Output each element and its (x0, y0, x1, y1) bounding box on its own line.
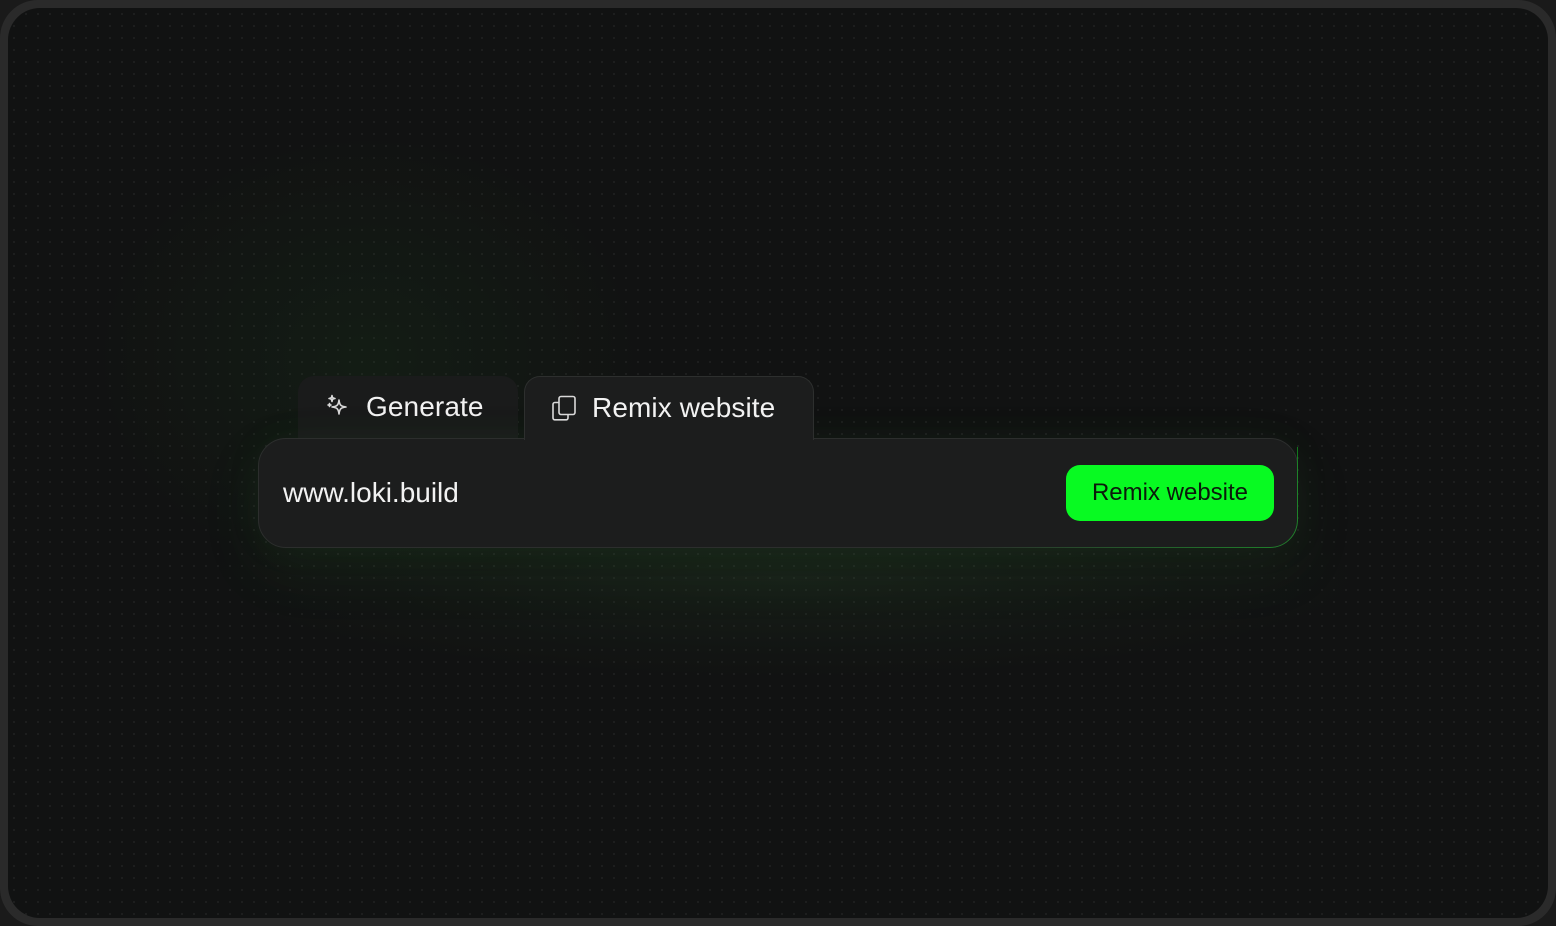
tab-label-generate: Generate (366, 391, 484, 422)
tab-remix-website[interactable]: Remix website (524, 376, 814, 440)
app-frame: Generate Remix website Remix website (0, 0, 1556, 926)
remix-website-button[interactable]: Remix website (1066, 465, 1274, 521)
tab-generate[interactable]: Generate (298, 376, 518, 440)
url-input[interactable] (283, 471, 1043, 515)
url-input-bar: Remix website (258, 438, 1298, 548)
copy-icon (550, 394, 578, 422)
sparkles-icon (324, 393, 352, 421)
tab-label-remix-website: Remix website (592, 391, 776, 423)
